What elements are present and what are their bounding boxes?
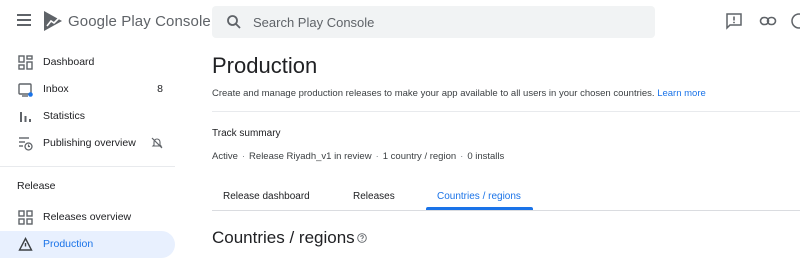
- sidebar-item-releases-overview[interactable]: Releases overview: [0, 204, 175, 231]
- sidebar-item-label: Releases overview: [43, 211, 132, 223]
- track-summary-title: Track summary: [212, 128, 281, 139]
- description-text: Create and manage production releases to…: [212, 88, 655, 99]
- track-status: Active: [212, 151, 238, 162]
- page-title: Production: [212, 53, 318, 78]
- sidebar-item-label: Production: [43, 238, 94, 250]
- learn-more-link[interactable]: Learn more: [657, 88, 706, 99]
- sidebar-item-production[interactable]: Production: [0, 231, 175, 258]
- track-summary-details: Active · Release Riyadh_v1 in review · 1 cou…: [212, 151, 505, 162]
- sidebar-item-dashboard[interactable]: Dashboard: [0, 49, 175, 76]
- sidebar-item-label: Inbox: [43, 83, 69, 95]
- track-installs: 0 installs: [467, 151, 505, 162]
- inbox-count-badge: 8: [157, 83, 163, 95]
- top-bar: Google Play Console Search Play Console: [0, 0, 800, 42]
- sidebar-item-label: Statistics: [43, 110, 86, 122]
- content-divider: [212, 111, 800, 112]
- section-title: Countries / regions: [212, 228, 355, 247]
- link-icon[interactable]: [759, 12, 777, 30]
- grid-icon: [18, 210, 33, 225]
- search-icon: [227, 15, 241, 29]
- sidebar-item-publishing-overview[interactable]: Publishing overview: [0, 130, 175, 157]
- brand-name: Google Play Console: [68, 13, 211, 30]
- page-description: Create and manage production releases to…: [212, 88, 706, 99]
- warning-icon: [18, 237, 33, 251]
- help-icon[interactable]: [790, 12, 800, 30]
- active-tab-indicator: [426, 207, 533, 210]
- sidebar-item-label: Publishing overview: [43, 137, 136, 149]
- publishing-icon: [19, 137, 33, 151]
- sidebar-section-release: Release: [17, 180, 56, 192]
- tab-releases[interactable]: Releases: [353, 191, 395, 202]
- search-input[interactable]: Search Play Console: [253, 15, 374, 30]
- feedback-icon[interactable]: [725, 12, 743, 30]
- track-countries: 1 country / region: [382, 151, 457, 162]
- sidebar-item-label: Dashboard: [43, 56, 95, 68]
- bar-chart-icon: [20, 112, 31, 122]
- play-console-logo: [44, 11, 62, 31]
- inbox-icon: [18, 83, 33, 97]
- release-tabs: Release dashboard Releases Countries / r…: [212, 184, 800, 211]
- notifications-off-icon: [151, 137, 163, 149]
- search-bar[interactable]: Search Play Console: [212, 6, 655, 38]
- menu-icon[interactable]: [17, 14, 31, 26]
- dashboard-icon: [18, 55, 33, 70]
- sidebar-item-inbox[interactable]: Inbox 8: [0, 76, 175, 103]
- track-release: Release Riyadh_v1 in review: [249, 151, 372, 162]
- sidebar-item-statistics[interactable]: Statistics: [0, 103, 175, 130]
- help-circle-icon[interactable]: [357, 233, 367, 243]
- sidebar-divider: [0, 166, 175, 167]
- tab-countries-regions[interactable]: Countries / regions: [437, 191, 521, 202]
- tab-release-dashboard[interactable]: Release dashboard: [223, 191, 310, 202]
